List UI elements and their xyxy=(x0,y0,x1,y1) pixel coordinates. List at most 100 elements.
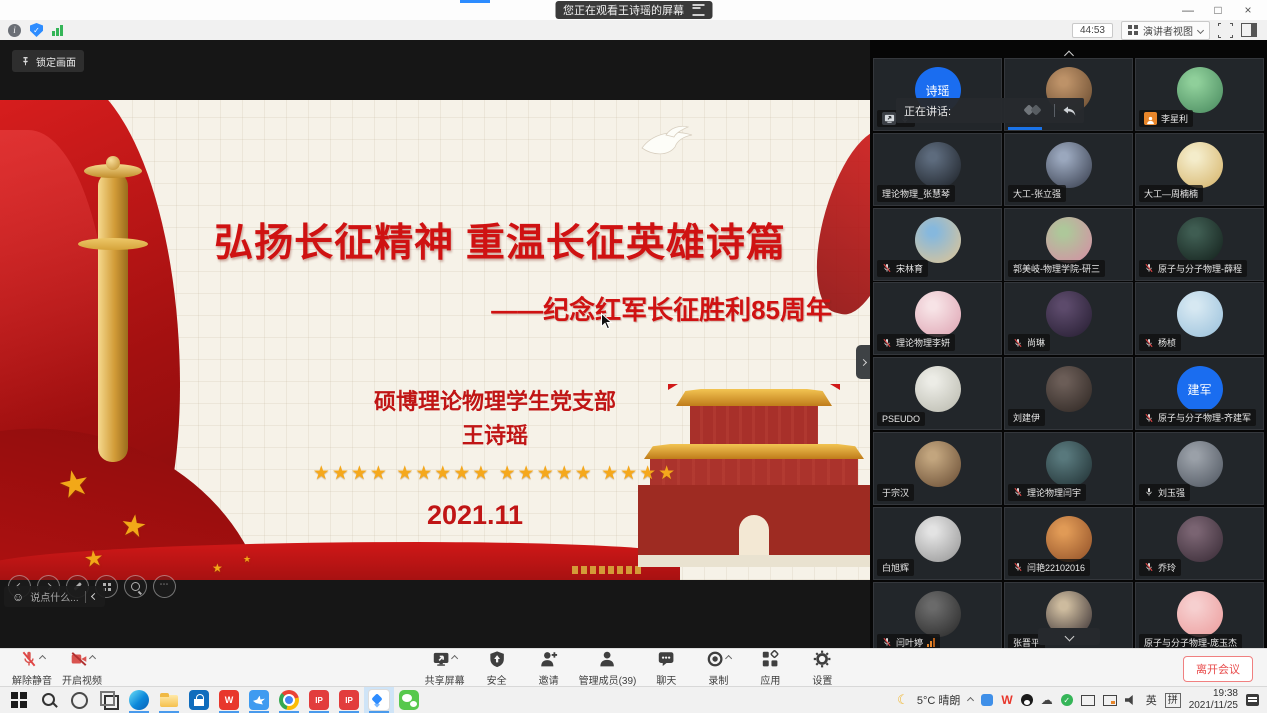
participant-tile[interactable]: 白旭辉 xyxy=(873,507,1002,580)
action-center-icon[interactable] xyxy=(1246,694,1259,706)
participant-tile[interactable]: 大工-张立强 xyxy=(1004,133,1133,206)
capture-tray-icon[interactable] xyxy=(1103,695,1117,706)
collapse-pill-icon[interactable] xyxy=(91,593,98,600)
volume-tray-icon[interactable] xyxy=(1125,695,1138,705)
participant-nameplate: 尚琳 xyxy=(1008,334,1050,351)
participant-tile[interactable]: 郭美岐-物理学院-研三 xyxy=(1004,208,1133,281)
participant-tile[interactable]: 理论物理李妍 xyxy=(873,282,1002,355)
participant-tile[interactable]: 于宗汉 xyxy=(873,432,1002,505)
taskbar-docs-button[interactable] xyxy=(244,687,274,713)
toolbar-mic-off-button[interactable]: 解除静音 xyxy=(10,652,54,687)
magnifier-button[interactable] xyxy=(124,575,147,598)
chevron-up-icon[interactable] xyxy=(38,655,45,662)
toolbar-person-plus-button[interactable]: 邀请 xyxy=(527,652,571,687)
taskbar-explorer-button[interactable] xyxy=(154,687,184,713)
taskbar-start-button[interactable] xyxy=(4,687,34,713)
side-panel-toggle-icon[interactable] xyxy=(1241,23,1257,37)
toolbar-record-button[interactable]: 录制 xyxy=(696,652,740,687)
taskbar-class1-button[interactable]: IP xyxy=(304,687,334,713)
participant-name: 白旭辉 xyxy=(882,561,909,574)
scroll-up-button[interactable] xyxy=(1045,44,1092,66)
participant-tile[interactable]: 尚琳 xyxy=(1004,282,1133,355)
participant-tile[interactable]: 宋林育 xyxy=(873,208,1002,281)
taskbar-wps-button[interactable]: W xyxy=(214,687,244,713)
participant-nameplate: 乔玲 xyxy=(1139,559,1181,576)
chevron-up-icon[interactable] xyxy=(451,655,458,662)
participant-tile[interactable]: 理论物理闫宇 xyxy=(1004,432,1133,505)
close-button[interactable]: × xyxy=(1233,0,1263,20)
tray-app-icon[interactable] xyxy=(981,694,993,706)
avatar-initials: 诗瑶 xyxy=(925,82,949,99)
tray-expand-icon[interactable] xyxy=(967,696,974,703)
taskbar-class2-button[interactable]: IP xyxy=(334,687,364,713)
watching-banner-text: 您正在观看王诗瑶的屏幕 xyxy=(563,2,684,18)
participant-tile[interactable]: 乔玲 xyxy=(1135,507,1264,580)
leave-meeting-button[interactable]: 离开会议 xyxy=(1183,656,1253,682)
mic-muted-icon xyxy=(882,338,892,348)
taskbar-taskview-button[interactable] xyxy=(94,687,124,713)
chevron-up-icon[interactable] xyxy=(725,655,732,662)
participant-avatar xyxy=(1046,441,1092,487)
participant-tile[interactable]: 刘建伊 xyxy=(1004,357,1133,430)
weather-moon-icon[interactable]: ☾ xyxy=(897,693,909,708)
participant-tile[interactable]: 刘玉强 xyxy=(1135,432,1264,505)
toolbar-gear-button[interactable]: 设置 xyxy=(800,652,844,687)
participant-tile[interactable]: 大工—周楠楠 xyxy=(1135,133,1264,206)
meeting-window: 您正在观看王诗瑶的屏幕 — □ × i ✓ 44:53 演讲者视图 xyxy=(0,0,1267,713)
taskbar-cortana-button[interactable] xyxy=(64,687,94,713)
reply-arrow-icon[interactable] xyxy=(1062,105,1076,117)
participant-tile[interactable]: 原子与分子物理-庞玉杰 xyxy=(1135,582,1264,648)
participant-tile[interactable]: 闫艳22102016 xyxy=(1004,507,1133,580)
golden-pillar-top xyxy=(106,156,120,170)
meeting-info-icon[interactable]: i xyxy=(8,24,21,37)
maximize-button[interactable]: □ xyxy=(1203,0,1233,20)
participant-tile[interactable]: 李星利 xyxy=(1135,58,1264,131)
more-options-button[interactable]: ⋯ xyxy=(153,575,176,598)
participant-tile[interactable]: 理论物理_张慧琴 xyxy=(873,133,1002,206)
participant-tile[interactable]: 杨桢 xyxy=(1135,282,1264,355)
meetbar-center: 共享屏幕 安全 邀请 管理成员(39) 聊天 录制 xyxy=(423,652,845,687)
cloud-tray-icon[interactable]: ☁ xyxy=(1041,694,1053,706)
security-tray-icon[interactable]: ✓ xyxy=(1061,694,1073,706)
lock-view-button[interactable]: 锁定画面 xyxy=(12,50,84,72)
taskbar-store-button[interactable] xyxy=(184,687,214,713)
slide-presenter-name: 王诗瑶 xyxy=(150,418,840,450)
collapse-panel-button[interactable] xyxy=(856,345,870,379)
language-indicator[interactable]: 英 xyxy=(1146,692,1157,708)
tray-weather[interactable]: 5°C 晴朗 xyxy=(917,692,961,708)
participant-tile[interactable]: 建军 原子与分子物理-齐建军 xyxy=(1135,357,1264,430)
participant-nameplate: 杨桢 xyxy=(1139,334,1181,351)
chevron-up-icon[interactable] xyxy=(88,655,95,662)
toolbar-person-button[interactable]: 管理成员(39) xyxy=(579,652,637,687)
quick-chat-placeholder[interactable]: 说点什么... xyxy=(30,589,78,604)
toolbar-cam-off-button[interactable]: 开启视频 xyxy=(60,652,104,687)
minimize-button[interactable]: — xyxy=(1173,0,1203,20)
quick-chat-pill[interactable]: ☺ 说点什么... xyxy=(4,586,105,607)
network-quality-icon[interactable] xyxy=(52,24,63,36)
toolbar-monitor-button[interactable]: 共享屏幕 xyxy=(423,652,467,687)
participant-tile[interactable]: 原子与分子物理-薛程 xyxy=(1135,208,1264,281)
toolbar-shield-button[interactable]: 安全 xyxy=(475,652,519,687)
presentation-slide: ★ ★ ★ ★ ★ 弘扬长征精神 重温长征英雄诗篇 ——纪念红军长征胜利85周年… xyxy=(0,100,870,580)
taskbar-search-button[interactable] xyxy=(34,687,64,713)
taskbar-edge-button[interactable] xyxy=(124,687,154,713)
taskbar-meeting-button[interactable] xyxy=(364,687,394,713)
taskbar-clock[interactable]: 19:38 2021/11/25 xyxy=(1189,688,1238,712)
emoji-icon[interactable]: ☺ xyxy=(12,591,24,603)
fullscreen-icon[interactable] xyxy=(1218,23,1233,38)
qq-tray-icon[interactable] xyxy=(1021,694,1033,706)
toolbar-apps-button[interactable]: 应用 xyxy=(748,652,792,687)
participant-tile[interactable]: PSEUDO xyxy=(873,357,1002,430)
banner-menu-icon[interactable] xyxy=(692,4,704,16)
display-tray-icon[interactable] xyxy=(1081,695,1095,706)
ime-indicator[interactable]: 拼 xyxy=(1165,693,1181,708)
participant-tile[interactable]: 闫叶婷 xyxy=(873,582,1002,648)
scroll-down-button[interactable] xyxy=(1038,628,1100,645)
wps-tray-icon[interactable]: W xyxy=(1001,693,1012,707)
security-shield-icon[interactable]: ✓ xyxy=(30,23,43,37)
monitor-icon xyxy=(432,650,450,668)
toolbar-chat-button[interactable]: 聊天 xyxy=(644,652,688,687)
view-mode-button[interactable]: 演讲者视图 xyxy=(1121,21,1210,40)
taskbar-chrome-button[interactable] xyxy=(274,687,304,713)
taskbar-wechat-button[interactable] xyxy=(394,687,424,713)
